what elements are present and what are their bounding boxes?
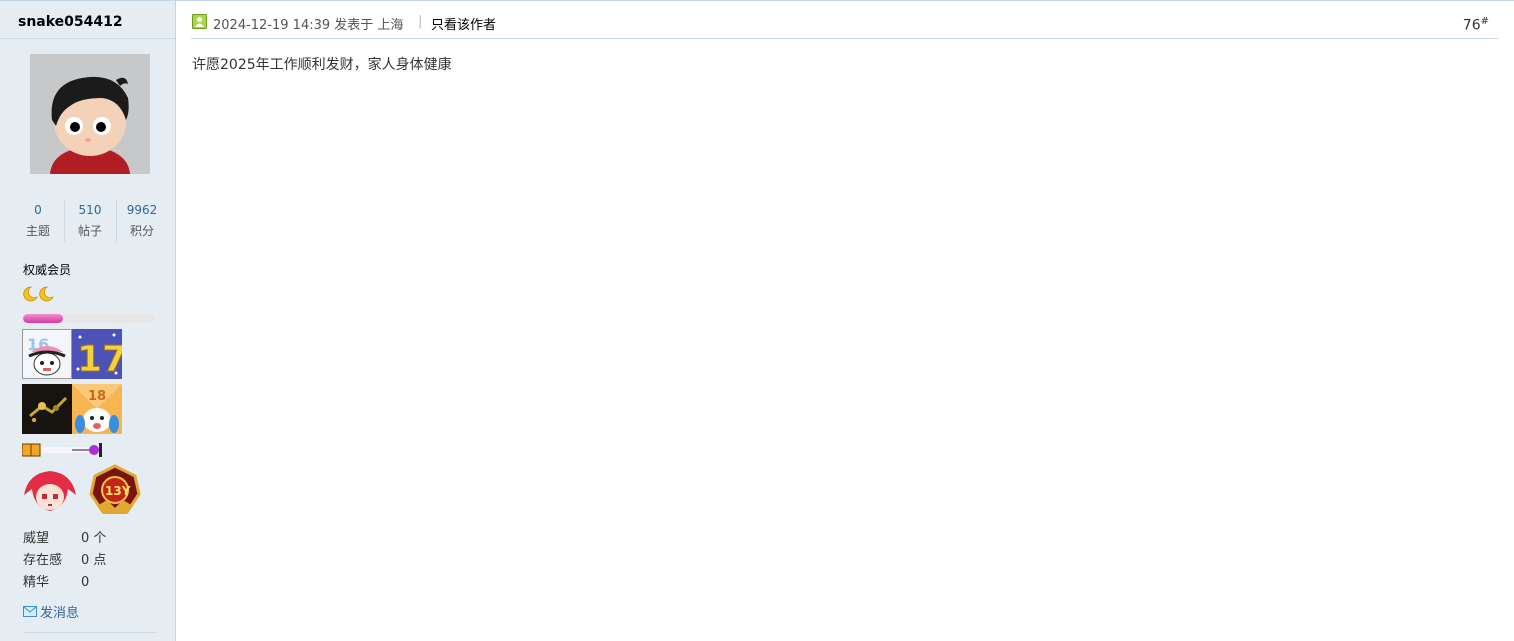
post-header-divider bbox=[191, 38, 1498, 39]
top-border bbox=[0, 0, 1514, 1]
info-key: 精华 bbox=[23, 575, 50, 590]
stat-threads-count: 0 bbox=[34, 203, 42, 217]
info-value: 0 个 bbox=[81, 531, 107, 546]
info-value: 0 点 bbox=[81, 553, 107, 568]
level-progress-fill bbox=[23, 314, 63, 323]
divider bbox=[0, 38, 175, 39]
send-message-label: 发消息 bbox=[40, 606, 80, 621]
medal-badge[interactable] bbox=[22, 442, 102, 458]
medal-badge[interactable] bbox=[22, 384, 72, 434]
author-name-link[interactable]: snake054412 bbox=[18, 14, 123, 30]
author-avatar[interactable] bbox=[30, 54, 150, 174]
stat-credits[interactable]: 9962 积分 bbox=[116, 200, 168, 242]
post-content: 许愿2025年工作顺利发财，家人身体健康 bbox=[192, 57, 452, 73]
svg-text:17: 17 bbox=[77, 339, 122, 379]
medal-badge[interactable]: 18 bbox=[72, 384, 122, 434]
info-presence: 存在感 0 点 bbox=[23, 550, 163, 572]
info-prestige: 威望 0 个 bbox=[23, 528, 163, 550]
stat-posts[interactable]: 510 帖子 bbox=[64, 200, 116, 242]
level-stars bbox=[22, 286, 56, 306]
online-user-icon bbox=[192, 14, 207, 29]
floor-number: 76 bbox=[1462, 17, 1481, 34]
only-author-link[interactable]: 只看该作者 bbox=[431, 14, 496, 33]
divider bbox=[23, 632, 157, 633]
medal-badge[interactable] bbox=[22, 467, 78, 517]
stat-threads[interactable]: 0 主题 bbox=[12, 200, 64, 242]
stat-posts-label: 帖子 bbox=[77, 224, 102, 238]
stat-threads-label: 主题 bbox=[25, 224, 50, 238]
floor-number-link[interactable]: 76# bbox=[1463, 16, 1489, 34]
floor-suffix: # bbox=[1480, 16, 1489, 27]
stat-credits-count: 9962 bbox=[126, 203, 158, 217]
svg-text:13Y: 13Y bbox=[105, 484, 131, 498]
medal-badge[interactable]: 16 bbox=[22, 329, 72, 379]
info-key: 存在感 bbox=[23, 553, 63, 568]
author-info: 威望 0 个 存在感 0 点 精华 0 bbox=[23, 528, 163, 594]
medal-badge[interactable]: 17 bbox=[72, 329, 122, 379]
medal-badge[interactable]: 13Y bbox=[89, 464, 141, 516]
info-key: 威望 bbox=[23, 531, 50, 546]
info-digest: 精华 0 bbox=[23, 572, 163, 594]
stat-credits-label: 积分 bbox=[129, 224, 154, 238]
envelope-icon bbox=[23, 606, 37, 617]
post-header: 2024-12-19 14:39 发表于 上海 | 只看该作者 76# bbox=[192, 11, 1498, 37]
info-value: 0 bbox=[81, 575, 90, 590]
user-group[interactable]: 权威会员 bbox=[23, 261, 71, 278]
level-progress-bar bbox=[23, 314, 155, 323]
author-sidebar: snake054412 0 主题 510 帖子 9962 积分 权威会员 16 … bbox=[0, 1, 176, 641]
author-stats: 0 主题 510 帖子 9962 积分 bbox=[12, 200, 168, 242]
send-message-link[interactable]: 发消息 bbox=[23, 602, 79, 621]
moon-icon bbox=[23, 286, 54, 302]
header-separator: | bbox=[418, 14, 423, 29]
stat-posts-count: 510 bbox=[78, 203, 102, 217]
svg-text:18: 18 bbox=[88, 389, 106, 404]
post-time: 2024-12-19 14:39 发表于 上海 bbox=[213, 18, 404, 33]
